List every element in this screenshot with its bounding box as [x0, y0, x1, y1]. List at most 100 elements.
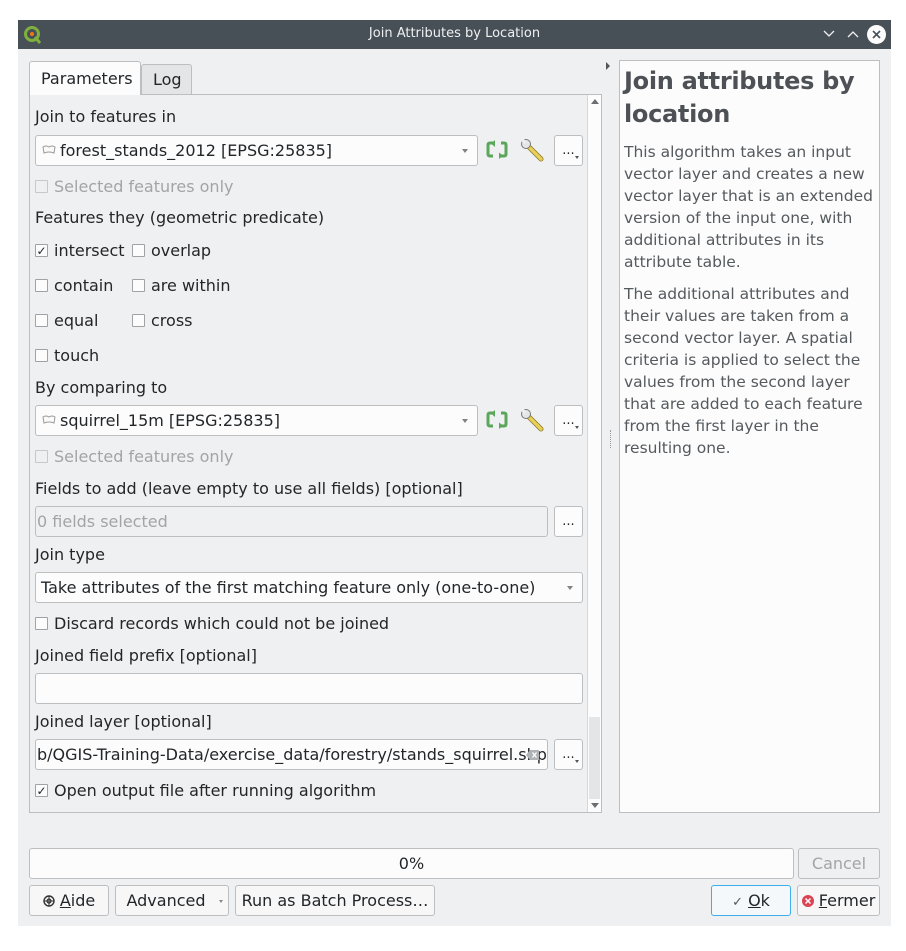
join-type-value: Take attributes of the first matching fe… — [41, 578, 536, 597]
collapse-help-icon[interactable] — [606, 62, 610, 70]
dropdown-arrow-icon — [462, 419, 468, 423]
dropdown-arrow-icon — [219, 900, 223, 903]
lifebuoy-icon — [43, 895, 55, 907]
join-type-label: Join type — [35, 545, 105, 564]
check-icon: ✓ — [732, 895, 743, 910]
scroll-down-icon[interactable] — [591, 803, 599, 808]
menu-arrow-icon — [575, 426, 579, 429]
scroll-up-icon[interactable] — [591, 99, 599, 104]
scrollbar-thumb[interactable] — [589, 717, 600, 799]
close-mnemonic: F — [818, 891, 828, 910]
refresh-icon — [486, 410, 508, 429]
checkbox-box — [132, 279, 145, 292]
predicate-are-within-checkbox[interactable]: are within — [132, 276, 231, 295]
join-to-selected-only-checkbox[interactable]: Selected features only — [35, 177, 233, 196]
iterate-features-button[interactable] — [484, 137, 510, 163]
fields-to-add-field: 0 fields selected — [35, 506, 548, 537]
joined-layer-label: Joined layer [optional] — [35, 712, 212, 731]
ellipsis-text: ... — [562, 747, 575, 762]
fields-to-add-select-button[interactable]: ... — [554, 506, 583, 537]
checkbox-box — [35, 180, 48, 193]
minimize-button[interactable] — [819, 24, 839, 44]
joined-layer-browse-button[interactable]: ... — [554, 739, 583, 770]
joined-layer-path: b/QGIS-Training-Data/exercise_data/fores… — [37, 745, 547, 764]
checkbox-label: touch — [54, 346, 100, 365]
iterate-features-button-2[interactable] — [484, 407, 510, 433]
chevron-down-icon — [823, 30, 835, 37]
close-button[interactable]: Fermer — [797, 885, 880, 916]
checkbox-box: ✓ — [35, 244, 48, 257]
predicate-cross-checkbox[interactable]: cross — [132, 311, 192, 330]
chevron-up-icon — [847, 31, 859, 38]
join-to-layer-value: forest_stands_2012 [EPSG:25835] — [60, 141, 333, 160]
maximize-button[interactable] — [843, 24, 863, 44]
advanced-label: Advanced — [126, 891, 206, 910]
window-title: Join Attributes by Location — [368, 26, 541, 41]
close-window-button[interactable] — [867, 25, 886, 44]
wrench-icon — [521, 139, 544, 162]
prefix-label: Joined field prefix [optional] — [35, 646, 257, 665]
checkbox-label: intersect — [54, 241, 125, 260]
close-label: ermer — [827, 891, 876, 910]
refresh-icon — [486, 140, 508, 159]
joined-layer-input[interactable]: b/QGIS-Training-Data/exercise_data/fores… — [35, 739, 548, 770]
menu-arrow-icon — [575, 760, 579, 763]
compare-to-selected-only-checkbox[interactable]: Selected features only — [35, 447, 233, 466]
help-title: Join attributes by location — [624, 67, 855, 128]
compare-to-browse-button[interactable]: ... — [554, 405, 583, 436]
splitter-handle[interactable] — [610, 430, 611, 448]
checkmark-icon: ✓ — [36, 243, 47, 258]
predicate-equal-checkbox[interactable]: equal — [35, 311, 98, 330]
clear-text-icon[interactable] — [526, 750, 539, 760]
predicate-touch-checkbox[interactable]: touch — [35, 346, 99, 365]
parameters-panel: Join to features in forest_stands_2012 [… — [29, 94, 602, 813]
close-icon — [872, 30, 881, 39]
join-type-combo[interactable]: Take attributes of the first matching fe… — [35, 572, 583, 603]
advanced-options-button[interactable] — [519, 137, 545, 163]
dropdown-arrow-icon — [462, 149, 468, 153]
help-panel: Join attributes by location This algorit… — [619, 60, 880, 813]
help-paragraph: This algorithm takes an input vector lay… — [624, 143, 873, 271]
polygon-layer-icon — [42, 415, 56, 424]
checkbox-label: Discard records which could not be joine… — [54, 614, 390, 633]
run-batch-button[interactable]: Run as Batch Process… — [235, 885, 435, 916]
help-button[interactable]: Aide — [29, 885, 109, 916]
predicate-intersect-checkbox[interactable]: ✓ intersect — [35, 241, 125, 260]
discard-records-checkbox[interactable]: Discard records which could not be joine… — [35, 614, 389, 633]
dropdown-arrow-icon — [567, 586, 573, 590]
join-to-layer-combo[interactable]: forest_stands_2012 [EPSG:25835] — [35, 135, 478, 166]
predicate-label: Features they (geometric predicate) — [35, 208, 325, 227]
checkbox-box — [35, 349, 48, 362]
compare-to-layer-combo[interactable]: squirrel_15m [EPSG:25835] — [35, 405, 478, 436]
checkbox-box — [35, 314, 48, 327]
progress-text: 0% — [398, 854, 425, 873]
advanced-options-button-2[interactable] — [519, 407, 545, 433]
progress-bar: 0% — [29, 848, 794, 879]
menu-arrow-icon — [575, 156, 579, 159]
fields-to-add-value: 0 fields selected — [37, 512, 168, 531]
tab-parameters[interactable]: Parameters — [29, 61, 141, 95]
join-to-label: Join to features in — [35, 107, 177, 126]
join-to-browse-button[interactable]: ... — [554, 135, 583, 166]
ellipsis-text: ... — [562, 143, 575, 158]
checkbox-label: contain — [54, 276, 114, 295]
predicate-contain-checkbox[interactable]: contain — [35, 276, 113, 295]
advanced-button[interactable]: Advanced — [115, 885, 229, 916]
checkbox-box: ✓ — [35, 784, 48, 797]
open-output-checkbox[interactable]: ✓ Open output file after running algorith… — [35, 781, 376, 800]
ok-mnemonic: O — [748, 891, 761, 910]
predicate-overlap-checkbox[interactable]: overlap — [132, 241, 211, 260]
title-bar: Join Attributes by Location — [18, 20, 891, 49]
fields-to-add-label: Fields to add (leave empty to use all fi… — [35, 479, 463, 498]
checkmark-icon: ✓ — [36, 783, 47, 798]
checkbox-label: Selected features only — [54, 447, 234, 466]
compare-to-layer-value: squirrel_15m [EPSG:25835] — [60, 411, 281, 430]
prefix-input[interactable] — [35, 673, 583, 704]
help-paragraph: The additional attributes and their valu… — [624, 285, 863, 457]
close-circle-icon — [801, 895, 814, 907]
tab-log[interactable]: Log — [141, 64, 192, 94]
dialog-window: Join Attributes by Location Parameters L… — [18, 20, 891, 926]
cancel-button[interactable]: Cancel — [798, 848, 880, 879]
vertical-scrollbar[interactable] — [587, 95, 601, 812]
ok-button[interactable]: ✓ Ok — [711, 885, 791, 916]
